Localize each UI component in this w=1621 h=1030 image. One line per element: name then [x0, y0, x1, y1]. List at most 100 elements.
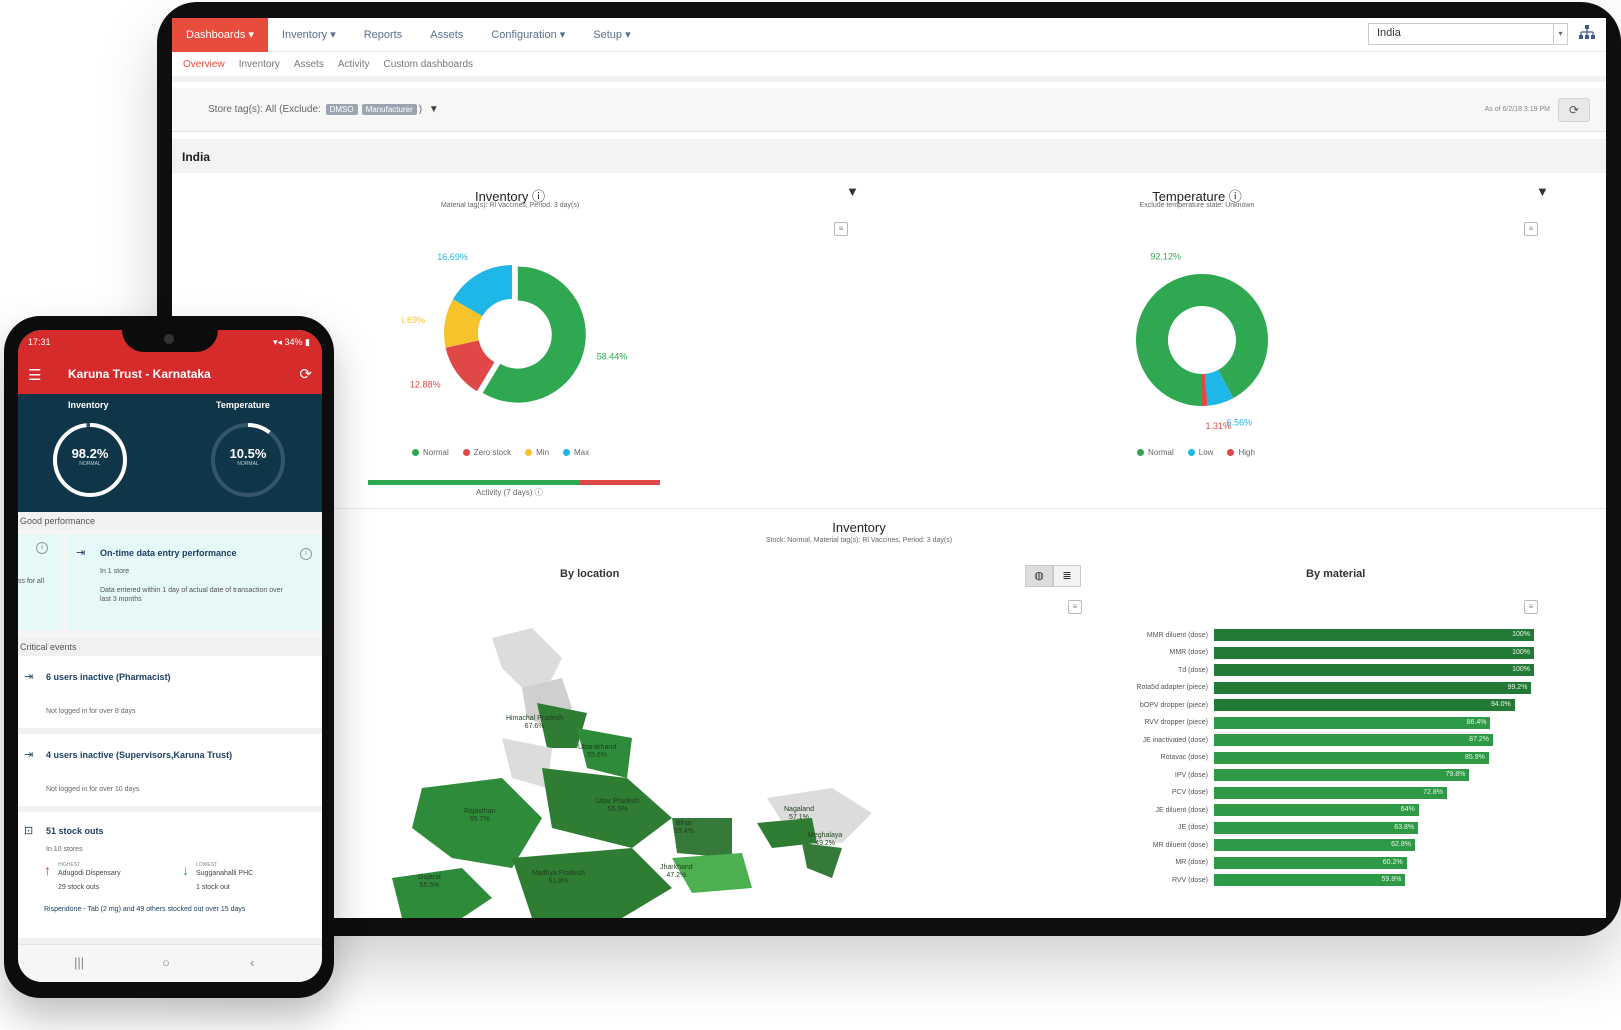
bar-row[interactable]: Td (dose) 100%: [1104, 663, 1534, 677]
by-material-label: By material: [1306, 568, 1366, 580]
tab-custom-dashboards[interactable]: Custom dashboards: [377, 59, 481, 70]
refresh-button[interactable]: ⟳: [1558, 98, 1590, 122]
bar-row[interactable]: MR (dose) 60.2%: [1104, 856, 1407, 870]
bar-row[interactable]: JE (dose) 63.8%: [1104, 821, 1419, 835]
event-item[interactable]: ⇥ 6 users inactive (Pharmacist) Not logg…: [18, 656, 322, 734]
india-map[interactable]: [372, 618, 892, 918]
legend-normal[interactable]: Normal: [1137, 448, 1174, 457]
back-icon[interactable]: ‹: [250, 955, 254, 970]
bar[interactable]: 86.4%: [1214, 716, 1491, 729]
bar-value: 79.8%: [1445, 771, 1466, 778]
hamburger-menu-icon[interactable]: ☰: [28, 366, 41, 384]
tab-activity[interactable]: Activity: [331, 59, 377, 70]
globe-icon[interactable]: ◍: [1025, 565, 1053, 587]
region-title: India: [182, 150, 211, 164]
bar[interactable]: 62.8%: [1214, 839, 1415, 851]
bar-label: Td (dose): [1178, 666, 1208, 674]
bar-row[interactable]: Rotavac (dose) 85.9%: [1104, 751, 1489, 765]
bar-row[interactable]: IPV (dose) 79.8%: [1104, 768, 1470, 782]
bar[interactable]: 100%: [1214, 646, 1534, 659]
map-label: Himachal Pradesh 67.6%: [506, 715, 564, 731]
menu-icon[interactable]: ≡: [834, 222, 848, 236]
legend-min[interactable]: Min: [525, 448, 549, 457]
donut-slice[interactable]: [445, 340, 495, 392]
tab-inventory[interactable]: Inventory: [232, 59, 287, 70]
list-icon[interactable]: ≣: [1053, 565, 1081, 587]
bar[interactable]: 60.2%: [1214, 856, 1407, 869]
tab-overview[interactable]: Overview: [176, 59, 232, 70]
menu-icon[interactable]: ≡: [1068, 600, 1082, 614]
refresh-icon[interactable]: ⟳: [299, 365, 312, 383]
legend-max[interactable]: Max: [563, 448, 589, 457]
bar-row[interactable]: bOPV dropper (piece) 94.0%: [1104, 698, 1515, 712]
bar-row[interactable]: MR diluent (dose) 62.8%: [1104, 838, 1415, 852]
bar-row[interactable]: JE inactivated (dose) 87.2%: [1104, 733, 1494, 747]
tab-assets[interactable]: Assets: [287, 59, 331, 70]
bar-row[interactable]: MMR (dose) 100%: [1104, 646, 1534, 660]
filter-icon[interactable]: ▼: [1536, 184, 1549, 199]
bar-label: MR diluent (dose): [1152, 841, 1208, 849]
donut-slice[interactable]: [1136, 274, 1268, 406]
bar[interactable]: 79.8%: [1214, 769, 1470, 781]
tag-chip: DMSO: [325, 104, 358, 115]
bar-row[interactable]: MMR diluent (dose) 100%: [1104, 628, 1534, 642]
legend-zero-stock[interactable]: Zero stock: [462, 448, 511, 457]
bar[interactable]: 59.8%: [1214, 874, 1406, 886]
bar[interactable]: 100%: [1214, 629, 1534, 641]
temperature-donut-chart: 92.12%6.56%1.31%: [1136, 252, 1268, 431]
bar-row[interactable]: PCV (dose) 72.8%: [1104, 786, 1447, 800]
region-header: India: [172, 139, 1606, 173]
legend-low[interactable]: Low: [1187, 448, 1213, 457]
bar-row[interactable]: RVV (dose) 59.8%: [1104, 873, 1406, 887]
legend-normal[interactable]: Normal: [412, 448, 449, 457]
info-icon[interactable]: i: [300, 548, 312, 560]
recent-apps-icon[interactable]: |||: [74, 955, 84, 970]
legend-high[interactable]: High: [1227, 448, 1255, 457]
nav-inventory[interactable]: Inventory ▾: [268, 18, 350, 52]
filter-icon[interactable]: ▼: [429, 104, 439, 115]
highest-value: 29 stock outs: [58, 884, 100, 891]
domain-search-input[interactable]: India ▾: [1368, 23, 1568, 45]
bar-row[interactable]: RVV dropper (piece) 86.4%: [1104, 716, 1491, 730]
inventory-label: Inventory: [68, 400, 109, 410]
nav-configuration[interactable]: Configuration ▾: [477, 18, 579, 52]
performance-card-prev[interactable]: i ss for all: [18, 534, 62, 630]
nav-setup[interactable]: Setup ▾: [579, 18, 644, 52]
map-label: Uttarakhand 55.6%: [578, 744, 617, 760]
bar-row[interactable]: Rota5d adapter (piece) 99.2%: [1104, 681, 1532, 695]
good-performance-header: Good performance: [18, 512, 322, 530]
nav-assets[interactable]: Assets: [416, 18, 477, 52]
bar-value: 94.0%: [1490, 701, 1511, 708]
nav-dashboards[interactable]: Dashboards ▾: [172, 18, 268, 52]
bar-label: IPV (dose): [1174, 771, 1208, 779]
donut-label: 12.88%: [410, 379, 441, 389]
bar[interactable]: 72.8%: [1214, 786, 1447, 799]
bar[interactable]: 63.8%: [1214, 821, 1419, 834]
critical-events-header: Critical events: [18, 638, 322, 656]
bar-value: 86.4%: [1466, 718, 1487, 726]
bar-row[interactable]: JE diluent (dose) 64%: [1104, 803, 1419, 817]
bar[interactable]: 99.2%: [1214, 681, 1532, 694]
stockout-item[interactable]: ⊡ 51 stock outs In 10 stores ↑ HIGHEST A…: [18, 812, 322, 944]
event-item[interactable]: ⇥ 4 users inactive (Supervisors,Karuna T…: [18, 734, 322, 812]
nav-reports[interactable]: Reports: [350, 18, 417, 52]
menu-icon[interactable]: ≡: [1524, 222, 1538, 236]
hierarchy-icon[interactable]: [1576, 24, 1598, 44]
home-icon[interactable]: ○: [162, 955, 170, 970]
event-title: 4 users inactive (Supervisors,Karuna Tru…: [46, 750, 233, 760]
bar[interactable]: 87.2%: [1214, 734, 1494, 746]
store-tag-filter[interactable]: Store tag(s): All (Exclude: DMSO Manufact…: [208, 104, 439, 115]
bar[interactable]: 100%: [1214, 664, 1534, 676]
performance-card[interactable]: ⇥ On-time data entry performance In 1 st…: [68, 534, 322, 630]
bar[interactable]: 85.9%: [1214, 751, 1489, 764]
filter-icon[interactable]: ▼: [846, 184, 859, 199]
info-icon[interactable]: i: [36, 542, 48, 554]
event-sub: Not logged in for over 10 days: [46, 786, 140, 793]
menu-icon[interactable]: ≡: [1524, 600, 1538, 614]
map-region[interactable]: [392, 868, 492, 918]
bar[interactable]: 94.0%: [1214, 699, 1515, 711]
bar[interactable]: 64%: [1214, 804, 1419, 816]
bar-label: Rota5d adapter (piece): [1136, 684, 1208, 691]
chevron-down-icon[interactable]: ▾: [1553, 24, 1567, 44]
desktop-screen: Dashboards ▾ Inventory ▾ Reports Assets …: [172, 18, 1606, 918]
